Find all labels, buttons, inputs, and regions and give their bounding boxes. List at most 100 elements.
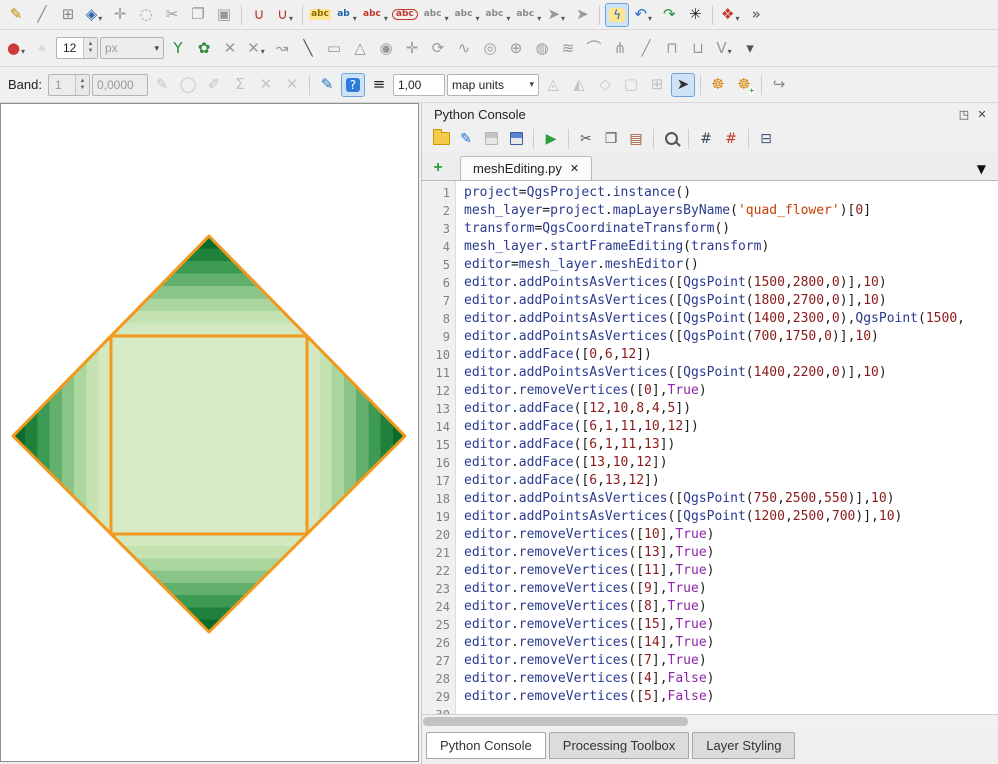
code-line[interactable]: editor.addFace([6,13,12]) xyxy=(464,472,998,490)
code-line[interactable]: project=QgsProject.instance() xyxy=(464,184,998,202)
code-line[interactable]: editor=mesh_layer.meshEditor() xyxy=(464,256,998,274)
simplify-button[interactable]: ∿ xyxy=(452,36,476,60)
circles-button[interactable]: ◉ xyxy=(374,36,398,60)
code-editor[interactable]: 1234567891011121314151617181920212223242… xyxy=(422,181,998,714)
code-line[interactable]: editor.addFace([6,1,11,13]) xyxy=(464,436,998,454)
code-line[interactable]: editor.removeVertices([15],True) xyxy=(464,616,998,634)
curve-button[interactable]: ↝ xyxy=(270,36,294,60)
circle-tool-button[interactable]: ◌ xyxy=(134,3,158,27)
new-script-button[interactable]: + xyxy=(428,159,448,180)
code-line[interactable]: editor.addFace([13,10,12]) xyxy=(464,454,998,472)
split-parts-button[interactable]: ⋔ xyxy=(608,36,632,60)
code-line[interactable]: editor.removeVertices([9],True) xyxy=(464,580,998,598)
mesh-reindex-button[interactable]: ↪ xyxy=(767,73,791,97)
symbol-size-spinbox[interactable]: 12 ▲▼ xyxy=(56,37,98,59)
snapping-options-button[interactable]: ∪▾ xyxy=(273,3,297,27)
open-script-button[interactable] xyxy=(430,128,452,150)
polygon-button[interactable]: △ xyxy=(348,36,372,60)
symbology-button[interactable]: ●▾ xyxy=(4,36,28,60)
label-gray1-button[interactable]: abc▾ xyxy=(421,3,450,27)
undo-button[interactable]: ↶▾ xyxy=(631,3,655,27)
label-blue-button[interactable]: ab▾ xyxy=(334,3,358,27)
code-line[interactable]: editor.addFace([0,6,12]) xyxy=(464,346,998,364)
reshape-button[interactable]: ⌒ xyxy=(582,36,606,60)
size-unit-combo[interactable]: px ▾ xyxy=(100,37,164,59)
map-units-combo[interactable]: map units ▾ xyxy=(447,74,539,96)
label-red-button[interactable]: abc▾ xyxy=(360,3,389,27)
rotate-point-button[interactable]: V▾ xyxy=(712,36,736,60)
check-geometry-button[interactable]: ❖▾ xyxy=(718,3,742,27)
scrollbar-thumb[interactable] xyxy=(423,717,688,726)
mesh-paint-button[interactable]: ✎ xyxy=(315,73,339,97)
mesh-force-button[interactable]: ➤ xyxy=(671,73,695,97)
code-line[interactable]: editor.addPointsAsVertices([QgsPoint(120… xyxy=(464,508,998,526)
uncomment-button[interactable]: # xyxy=(720,128,742,150)
comment-button[interactable]: # xyxy=(695,128,717,150)
code-line[interactable]: editor.removeVertices([5],False) xyxy=(464,688,998,706)
split-features-button[interactable]: ╱ xyxy=(634,36,658,60)
rectangle-button[interactable]: ▭ xyxy=(322,36,346,60)
code-line[interactable]: editor.addPointsAsVertices([QgsPoint(700… xyxy=(464,328,998,346)
code-line[interactable] xyxy=(464,706,998,714)
label-gray4-button[interactable]: abc▾ xyxy=(513,3,542,27)
horizontal-scrollbar[interactable] xyxy=(422,714,998,728)
object-inspector-button[interactable]: ⊟ xyxy=(755,128,777,150)
pin-labels-button[interactable]: ➤▾ xyxy=(544,3,568,27)
cut-button[interactable]: ✂ xyxy=(575,128,597,150)
code-line[interactable]: editor.removeVertices([4],False) xyxy=(464,670,998,688)
code-line[interactable]: editor.addPointsAsVertices([QgsPoint(140… xyxy=(464,364,998,382)
redo-button[interactable]: ↷ xyxy=(657,3,681,27)
code-line[interactable]: editor.addPointsAsVertices([QgsPoint(140… xyxy=(464,310,998,328)
snapping-button[interactable]: ∪ xyxy=(247,3,271,27)
label-oval-button[interactable]: abc xyxy=(391,3,419,27)
gear-settings-button[interactable]: ☸ xyxy=(706,73,730,97)
rotate-button[interactable]: ⟳ xyxy=(426,36,450,60)
delete-ring-button[interactable]: ✕▾ xyxy=(244,36,268,60)
code-line[interactable]: editor.addFace([12,10,8,4,5]) xyxy=(464,400,998,418)
toolbar-overflow-button[interactable]: » xyxy=(744,3,768,27)
cut-features-button[interactable]: ✂ xyxy=(160,3,184,27)
map-tips-button[interactable]: ϟ xyxy=(605,3,629,27)
segment-button[interactable]: ╲ xyxy=(296,36,320,60)
offset-curve-button[interactable]: ≋ xyxy=(556,36,580,60)
mesh-question-button[interactable]: ? xyxy=(341,73,365,97)
map-canvas[interactable] xyxy=(0,103,419,762)
green-y-button[interactable]: Y xyxy=(166,36,190,60)
code-line[interactable]: editor.removeVertices([0],True) xyxy=(464,382,998,400)
save-as-button[interactable] xyxy=(505,128,527,150)
float-panel-button[interactable]: ◳ xyxy=(956,106,972,122)
code-line[interactable]: mesh_layer.startFrameEditing(transform) xyxy=(464,238,998,256)
digitize-line-button[interactable]: ╱ xyxy=(30,3,54,27)
width-value-input[interactable] xyxy=(393,74,445,96)
move-feature-button[interactable]: ✛ xyxy=(108,3,132,27)
open-in-editor-button[interactable]: ✎ xyxy=(455,128,477,150)
code-line[interactable]: editor.removeVertices([11],True) xyxy=(464,562,998,580)
code-line[interactable]: editor.addPointsAsVertices([QgsPoint(750… xyxy=(464,490,998,508)
merge-features-button[interactable]: ⊓ xyxy=(660,36,684,60)
z-value-input[interactable] xyxy=(92,74,148,96)
code-area[interactable]: project=QgsProject.instance()mesh_layer=… xyxy=(456,181,998,714)
vertex-tool-button[interactable]: ◈▾ xyxy=(82,3,106,27)
paste-features-button[interactable]: ▣ xyxy=(212,3,236,27)
delete-part-button[interactable]: ✕ xyxy=(218,36,242,60)
merge-attributes-button[interactable]: ⊔ xyxy=(686,36,710,60)
spin-arrows-icon[interactable]: ▲▼ xyxy=(83,38,97,58)
move-button[interactable]: ✛ xyxy=(400,36,424,60)
tab-list-menu-icon[interactable]: ▼ xyxy=(977,162,992,180)
highlight-pinned-button[interactable]: ➤ xyxy=(570,3,594,27)
label-gray3-button[interactable]: abc▾ xyxy=(482,3,511,27)
layer-labeling-button[interactable]: abc xyxy=(308,3,332,27)
copy-features-button[interactable]: ❐ xyxy=(186,3,210,27)
toggle-editing-button[interactable]: ✎ xyxy=(4,3,28,27)
bottom-tab-python-console[interactable]: Python Console xyxy=(426,732,546,759)
find-button[interactable] xyxy=(660,128,682,150)
green-flower-button[interactable]: ✿ xyxy=(192,36,216,60)
code-line[interactable]: transform=QgsCoordinateTransform() xyxy=(464,220,998,238)
label-gray2-button[interactable]: abc▾ xyxy=(452,3,481,27)
band-spinbox[interactable]: 1 ▲▼ xyxy=(48,74,90,96)
run-script-button[interactable]: ▶ xyxy=(540,128,562,150)
copy-button[interactable]: ❐ xyxy=(600,128,622,150)
gear-add-button[interactable]: ☸+ xyxy=(732,73,756,97)
add-record-button[interactable]: ⊞ xyxy=(56,3,80,27)
code-line[interactable]: editor.removeVertices([10],True) xyxy=(464,526,998,544)
